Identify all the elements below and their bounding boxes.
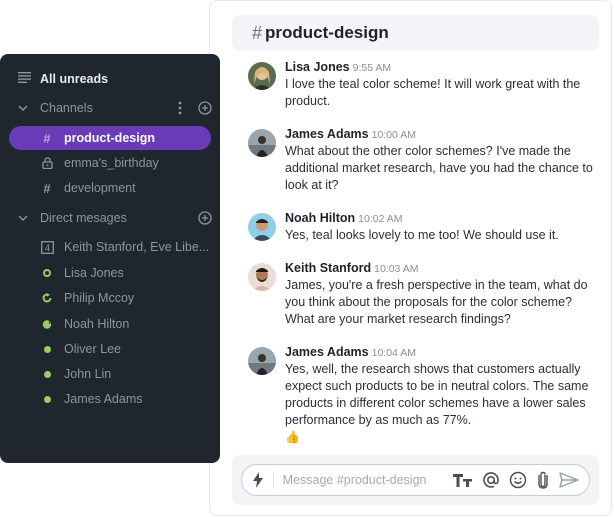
status-snooze-icon: z (40, 319, 54, 329)
message-time: 9:55 AM (352, 62, 392, 74)
message-composer (241, 464, 590, 496)
dm-item-noah-hilton[interactable]: z Noah Hilton (0, 312, 220, 336)
hash-icon: # (43, 180, 51, 196)
avatar[interactable] (248, 263, 276, 291)
attachment-icon[interactable] (536, 470, 550, 490)
avatar[interactable] (248, 62, 276, 90)
message-text: What about the other color schemes? I've… (285, 144, 597, 192)
message: Keith Stanford 10:03 AM James, you're a f… (248, 260, 599, 328)
message: James Adams 10:00 AM What about the other… (248, 126, 599, 194)
sidebar-item-development[interactable]: # development (0, 176, 220, 200)
dm-name: John Lin (64, 367, 112, 381)
status-online-icon (40, 345, 54, 353)
channel-title: product-design (265, 23, 389, 42)
chat-panel: # product-design Lisa Jones 9:55 AM I lov… (209, 0, 612, 516)
add-dm-icon[interactable] (198, 211, 212, 225)
lock-icon (40, 157, 54, 169)
svg-text:z: z (49, 320, 52, 326)
message-text: James, you're a fresh perspective in the… (285, 278, 592, 326)
dm-item-group[interactable]: 4 Keith Stanford, Eve Libe... (0, 235, 220, 259)
dm-item-john-lin[interactable]: John Lin (0, 362, 220, 386)
direct-messages-section-header[interactable]: Direct mesages (0, 206, 220, 230)
hash-icon: # (43, 130, 51, 146)
dm-name: Philip Mccoy (64, 291, 135, 305)
dm-name: Noah Hilton (64, 317, 130, 331)
message-text: I love the teal color scheme! It will wo… (285, 77, 584, 108)
message: Lisa Jones 9:55 AM I love the teal color … (248, 59, 599, 110)
more-options-icon[interactable] (178, 101, 182, 115)
dm-item-philip-mccoy[interactable]: Philip Mccoy (0, 286, 220, 310)
message-author[interactable]: James Adams (285, 127, 369, 141)
status-refresh-icon (40, 293, 54, 303)
dm-name: Lisa Jones (64, 266, 124, 280)
channel-header: # product-design (232, 15, 599, 51)
message-text: Yes, teal looks lovely to me too! We sho… (285, 228, 559, 242)
sidebar: All unreads Channels # product-design em… (0, 54, 220, 463)
send-icon[interactable] (559, 470, 579, 490)
chevron-down-icon[interactable] (18, 215, 30, 221)
composer-area (232, 455, 599, 505)
dm-name: James Adams (64, 392, 143, 406)
sidebar-item-emmas-birthday[interactable]: emma's_birthday (0, 151, 220, 175)
avatar[interactable] (248, 213, 276, 241)
channels-section-header[interactable]: Channels (0, 96, 220, 120)
direct-messages-label: Direct mesages (40, 211, 127, 225)
message-time: 10:00 AM (371, 129, 416, 141)
dm-item-james-adams[interactable]: James Adams (0, 387, 220, 411)
status-away-icon (40, 269, 54, 277)
add-channel-icon[interactable] (198, 101, 212, 115)
message-author[interactable]: Keith Stanford (285, 261, 371, 275)
status-online-icon (40, 395, 54, 403)
group-count-icon: 4 (40, 240, 54, 254)
lightning-icon[interactable] (252, 471, 265, 489)
list-icon (18, 72, 31, 86)
channels-label: Channels (40, 101, 93, 115)
mention-icon[interactable] (482, 470, 500, 490)
message-time: 10:02 AM (358, 213, 403, 225)
dm-item-oliver-lee[interactable]: Oliver Lee (0, 337, 220, 361)
message-author[interactable]: Lisa Jones (285, 60, 350, 74)
message-text: Yes, well, the research shows that custo… (285, 362, 592, 427)
sidebar-item-product-design[interactable]: # product-design (9, 126, 211, 150)
message: Noah Hilton 10:02 AM Yes, teal looks love… (248, 210, 599, 244)
sidebar-item-all-unreads[interactable]: All unreads (0, 67, 220, 91)
dm-name: Oliver Lee (64, 342, 121, 356)
channel-name: development (64, 181, 136, 195)
emoji-icon[interactable] (509, 470, 527, 490)
svg-text:4: 4 (44, 244, 50, 254)
message-time: 10:03 AM (374, 263, 419, 275)
message-author[interactable]: Noah Hilton (285, 211, 355, 225)
avatar[interactable] (248, 129, 276, 157)
thumbs-up-emoji: 👍 (285, 430, 300, 444)
message: James Adams 10:04 AM Yes, well, the resea… (248, 344, 599, 445)
avatar[interactable] (248, 347, 276, 375)
message-author[interactable]: James Adams (285, 345, 369, 359)
message-list: Lisa Jones 9:55 AM I love the teal color … (248, 59, 599, 461)
divider (272, 471, 274, 489)
channel-name: emma's_birthday (64, 156, 159, 170)
dm-name: Keith Stanford, Eve Libe... (64, 240, 210, 254)
chevron-down-icon[interactable] (18, 105, 30, 111)
dm-item-lisa-jones[interactable]: Lisa Jones (0, 261, 220, 285)
status-online-icon (40, 370, 54, 378)
message-input[interactable] (282, 473, 444, 487)
all-unreads-label: All unreads (40, 72, 109, 86)
message-time: 10:04 AM (371, 347, 416, 359)
hash-icon: # (252, 22, 263, 43)
text-format-icon[interactable] (452, 470, 473, 490)
channel-name: product-design (64, 131, 155, 145)
